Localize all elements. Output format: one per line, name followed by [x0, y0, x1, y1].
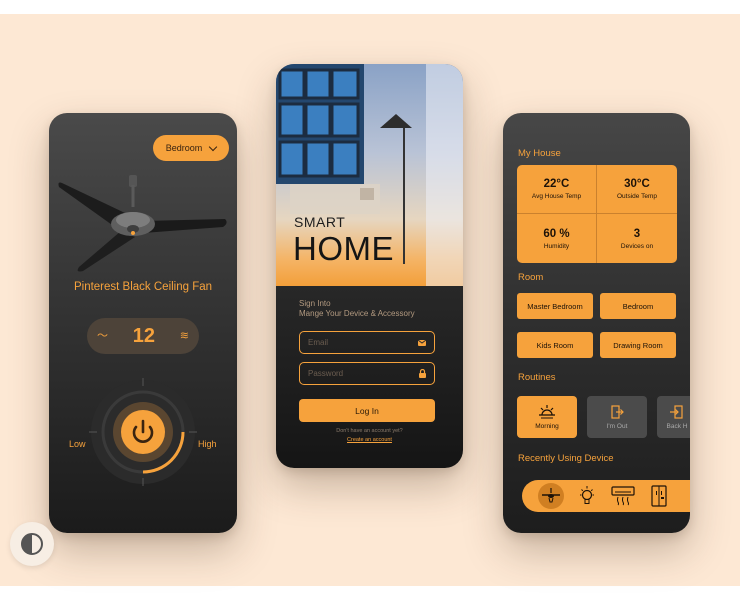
create-account-link[interactable]: Create an account [276, 437, 463, 443]
room-button-drawing-room[interactable]: Drawing Room [600, 332, 676, 358]
sunrise-icon [539, 404, 555, 418]
password-field[interactable] [299, 362, 435, 385]
air-conditioner-icon[interactable] [610, 483, 636, 509]
stat-humidity: 60 % Humidity [517, 214, 597, 263]
recent-devices-bar [522, 480, 690, 512]
room-selector-dropdown[interactable]: Bedroom [153, 135, 229, 161]
hero-image: SMART HOME [276, 64, 463, 286]
low-speed-wave-icon[interactable]: 〜 [97, 330, 108, 342]
enter-door-icon [670, 404, 683, 419]
routine-back-home[interactable]: Back H [657, 396, 690, 438]
routine-label: Morning [535, 422, 559, 430]
login-screen: SMART HOME Sign Into Mange Your Device &… [276, 64, 463, 468]
email-field[interactable] [299, 331, 435, 354]
no-account-text: Don't have an account yet? [336, 428, 403, 434]
ceiling-fan-image [58, 175, 227, 272]
light-bulb-icon[interactable] [574, 483, 600, 509]
lock-icon [419, 369, 426, 378]
refrigerator-icon[interactable] [646, 483, 672, 509]
contrast-toggle-button[interactable] [10, 522, 54, 566]
high-label: High [198, 439, 217, 449]
routine-morning[interactable]: Morning [517, 396, 577, 438]
room-button-kids-room[interactable]: Kids Room [517, 332, 593, 358]
room-button-master-bedroom[interactable]: Master Bedroom [517, 293, 593, 319]
speed-dial[interactable] [89, 378, 197, 486]
exit-door-icon [611, 404, 624, 419]
fan-control-screen: Bedroom Pinterest Black Ceiling Fan 〜 12… [49, 113, 237, 533]
device-name: Pinterest Black Ceiling Fan [73, 281, 213, 293]
password-input[interactable] [308, 369, 408, 378]
email-input[interactable] [308, 338, 408, 347]
stat-devices-on: 3 Devices on [620, 227, 654, 250]
room-button-bedroom[interactable]: Bedroom [600, 293, 676, 319]
my-house-title: My House [518, 148, 561, 159]
stat-avg-house-temp: 22°C Avg House Temp [517, 165, 597, 214]
chevron-down-icon [209, 142, 218, 151]
routine-label: I'm Out [606, 422, 628, 430]
routines-title: Routines [518, 372, 556, 383]
speed-value: 12 [132, 324, 156, 347]
hero-title-line1: SMART [294, 214, 346, 230]
routine-label: Back H [666, 422, 688, 430]
signin-heading: Sign Into Mange Your Device & Accessory [299, 299, 415, 319]
speed-control[interactable]: 〜 12 ≋ [87, 318, 199, 354]
high-speed-wave-icon[interactable]: ≋ [180, 330, 189, 342]
low-label: Low [69, 439, 86, 449]
mail-icon [418, 339, 426, 346]
hero-title-line2: HOME [293, 230, 394, 267]
room-selector-label: Bedroom [165, 143, 203, 153]
dashboard-screen: My House 22°C Avg House Temp 30°C Outsid… [503, 113, 690, 533]
room-title: Room [518, 272, 544, 283]
login-button[interactable]: Log In [299, 399, 435, 422]
contrast-icon [21, 533, 43, 555]
routine-im-out[interactable]: I'm Out [587, 396, 647, 438]
house-stats-card: 22°C Avg House Temp 30°C Outside Temp 60… [517, 165, 677, 263]
signin-title: Sign Into [299, 299, 331, 308]
ceiling-fan-icon[interactable] [538, 483, 564, 509]
signin-subtitle: Mange Your Device & Accessory [299, 309, 415, 318]
recent-devices-title: Recently Using Device [518, 453, 614, 464]
stat-outside-temp: 30°C Outside Temp [597, 165, 677, 214]
